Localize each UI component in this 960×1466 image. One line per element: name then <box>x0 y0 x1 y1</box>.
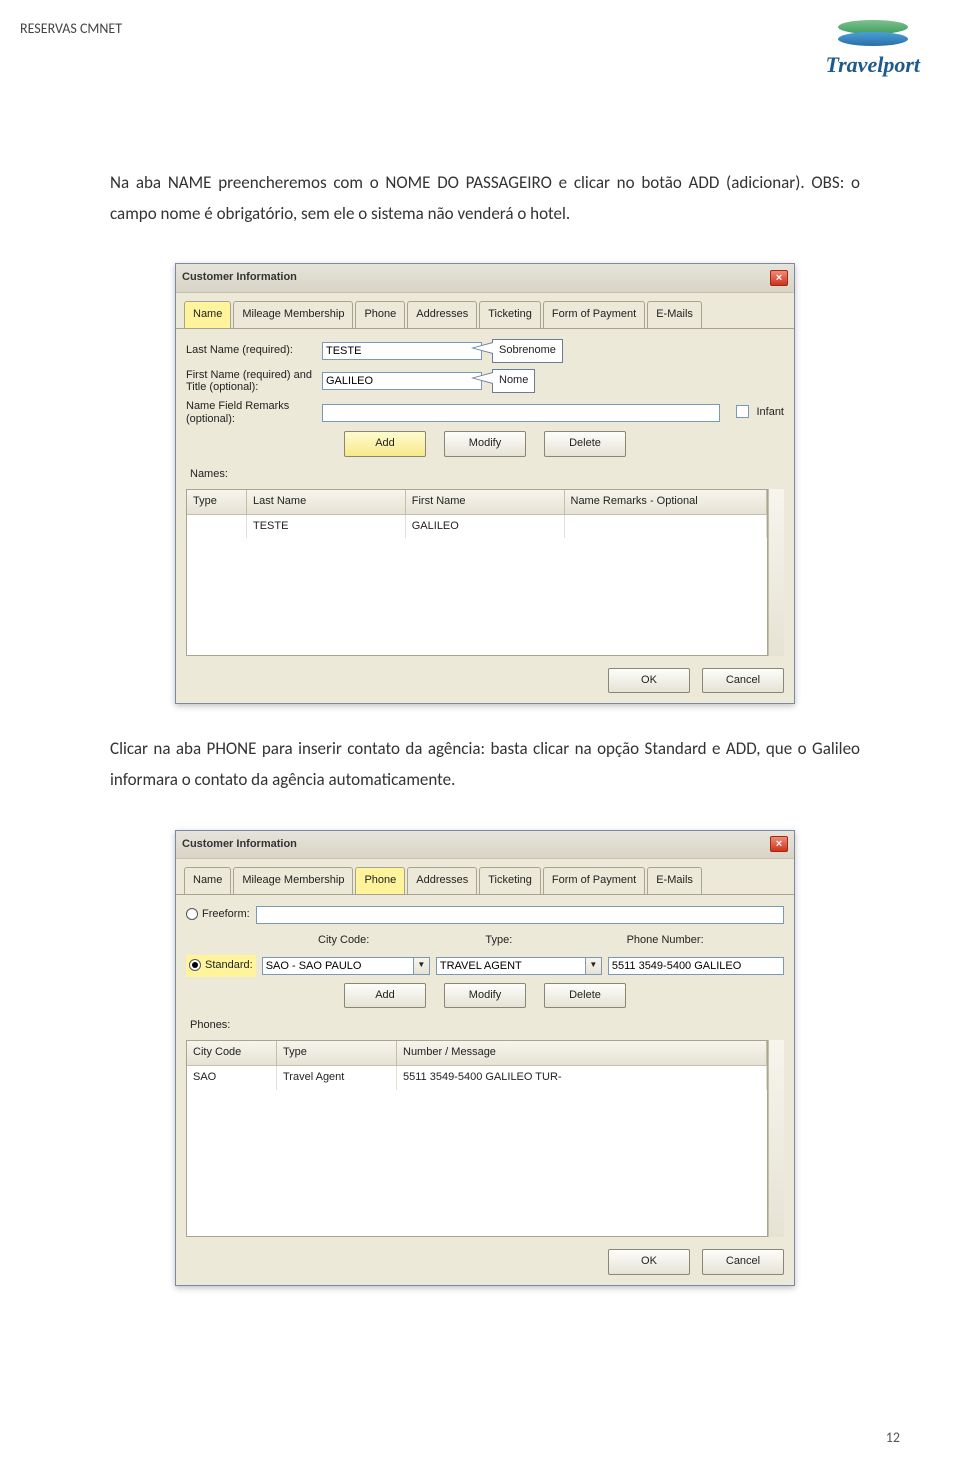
tab-name[interactable]: Name <box>184 301 231 328</box>
logo-icon <box>838 20 908 48</box>
type-combo[interactable]: ▼ <box>436 957 602 975</box>
tab-mileage[interactable]: Mileage Membership <box>233 867 353 894</box>
cell-first: GALILEO <box>406 515 565 539</box>
col-citycode: City Code <box>187 1041 277 1066</box>
ok-button[interactable]: OK <box>608 1249 690 1275</box>
label-citycode: City Code: <box>318 931 475 951</box>
close-icon[interactable]: × <box>770 270 788 286</box>
cell-last: TESTE <box>247 515 406 539</box>
freeform-input[interactable] <box>256 906 784 924</box>
add-button[interactable]: Add <box>344 983 426 1009</box>
phones-grid[interactable]: City Code Type Number / Message SAO Trav… <box>186 1040 768 1237</box>
doc-header-title: RESERVAS CMNET <box>20 20 122 37</box>
tab-name[interactable]: Name <box>184 867 231 894</box>
remarks-input[interactable] <box>322 404 720 422</box>
col-number: Number / Message <box>397 1041 767 1066</box>
lastname-input[interactable] <box>322 342 482 360</box>
col-type: Type <box>277 1041 397 1066</box>
close-icon[interactable]: × <box>770 836 788 852</box>
travelport-logo: Travelport <box>826 20 921 78</box>
chevron-down-icon[interactable]: ▼ <box>586 957 602 975</box>
col-type: Type <box>187 490 247 515</box>
infant-checkbox[interactable] <box>736 405 749 418</box>
tab-emails[interactable]: E-Mails <box>647 867 702 894</box>
add-button[interactable]: Add <box>344 431 426 457</box>
firstname-input[interactable] <box>322 372 482 390</box>
radio-standard[interactable]: Standard: <box>186 955 256 977</box>
delete-button[interactable]: Delete <box>544 431 626 457</box>
tabstrip: Name Mileage Membership Phone Addresses … <box>176 293 794 329</box>
tab-phone[interactable]: Phone <box>355 867 405 894</box>
label-phonenum: Phone Number: <box>627 931 784 951</box>
logo-text: Travelport <box>826 52 921 78</box>
paragraph-1: Na aba NAME preencheremos com o NOME DO … <box>110 168 860 229</box>
chevron-down-icon[interactable]: ▼ <box>414 957 430 975</box>
phonenum-input[interactable] <box>608 957 784 975</box>
label-infant: Infant <box>756 406 784 418</box>
type-input[interactable] <box>436 957 586 975</box>
names-grid[interactable]: Type Last Name First Name Name Remarks -… <box>186 489 768 656</box>
label-lastname: Last Name (required): <box>186 341 316 361</box>
tab-mileage[interactable]: Mileage Membership <box>233 301 353 328</box>
cell-type <box>187 515 247 539</box>
label-freeform: Freeform: <box>202 908 250 920</box>
customer-info-window-name: Customer Information × Name Mileage Memb… <box>175 263 795 704</box>
delete-button[interactable]: Delete <box>544 983 626 1009</box>
col-first: First Name <box>406 490 565 515</box>
label-type: Type: <box>485 931 616 951</box>
table-row[interactable]: TESTE GALILEO <box>187 515 767 539</box>
citycode-input[interactable] <box>262 957 414 975</box>
citycode-combo[interactable]: ▼ <box>262 957 430 975</box>
tab-addresses[interactable]: Addresses <box>407 867 477 894</box>
label-remarks: Name Field Remarks (optional): <box>186 400 316 425</box>
label-firstname: First Name (required) and Title (optiona… <box>186 369 316 394</box>
window-title: Customer Information <box>182 268 297 288</box>
cancel-button[interactable]: Cancel <box>702 668 784 694</box>
scrollbar[interactable] <box>768 1040 784 1237</box>
cell-type: Travel Agent <box>277 1066 397 1090</box>
scrollbar[interactable] <box>768 489 784 656</box>
tab-phone[interactable]: Phone <box>355 301 405 328</box>
infant-check-wrap[interactable]: Infant <box>736 403 784 423</box>
radio-freeform[interactable]: Freeform: <box>186 905 250 925</box>
table-row[interactable]: SAO Travel Agent 5511 3549-5400 GALILEO … <box>187 1066 767 1090</box>
tab-fop[interactable]: Form of Payment <box>543 867 645 894</box>
cell-city: SAO <box>187 1066 277 1090</box>
modify-button[interactable]: Modify <box>444 431 526 457</box>
label-names: Names: <box>190 465 784 485</box>
tab-ticketing[interactable]: Ticketing <box>479 867 541 894</box>
customer-info-window-phone: Customer Information × Name Mileage Memb… <box>175 830 795 1286</box>
tab-fop[interactable]: Form of Payment <box>543 301 645 328</box>
page-number: 12 <box>886 1429 900 1446</box>
label-standard: Standard: <box>205 959 253 971</box>
callout-nome: Nome <box>492 369 535 393</box>
window-title: Customer Information <box>182 835 297 855</box>
callout-sobrenome: Sobrenome <box>492 339 563 363</box>
ok-button[interactable]: OK <box>608 668 690 694</box>
modify-button[interactable]: Modify <box>444 983 526 1009</box>
tab-ticketing[interactable]: Ticketing <box>479 301 541 328</box>
cancel-button[interactable]: Cancel <box>702 1249 784 1275</box>
label-phones: Phones: <box>190 1016 784 1036</box>
col-last: Last Name <box>247 490 406 515</box>
cell-number: 5511 3549-5400 GALILEO TUR- <box>397 1066 767 1090</box>
tab-addresses[interactable]: Addresses <box>407 301 477 328</box>
cell-remarks <box>565 515 767 539</box>
col-remarks: Name Remarks - Optional <box>565 490 767 515</box>
paragraph-2: Clicar na aba PHONE para inserir contato… <box>110 734 860 795</box>
tab-emails[interactable]: E-Mails <box>647 301 702 328</box>
tabstrip: Name Mileage Membership Phone Addresses … <box>176 859 794 895</box>
